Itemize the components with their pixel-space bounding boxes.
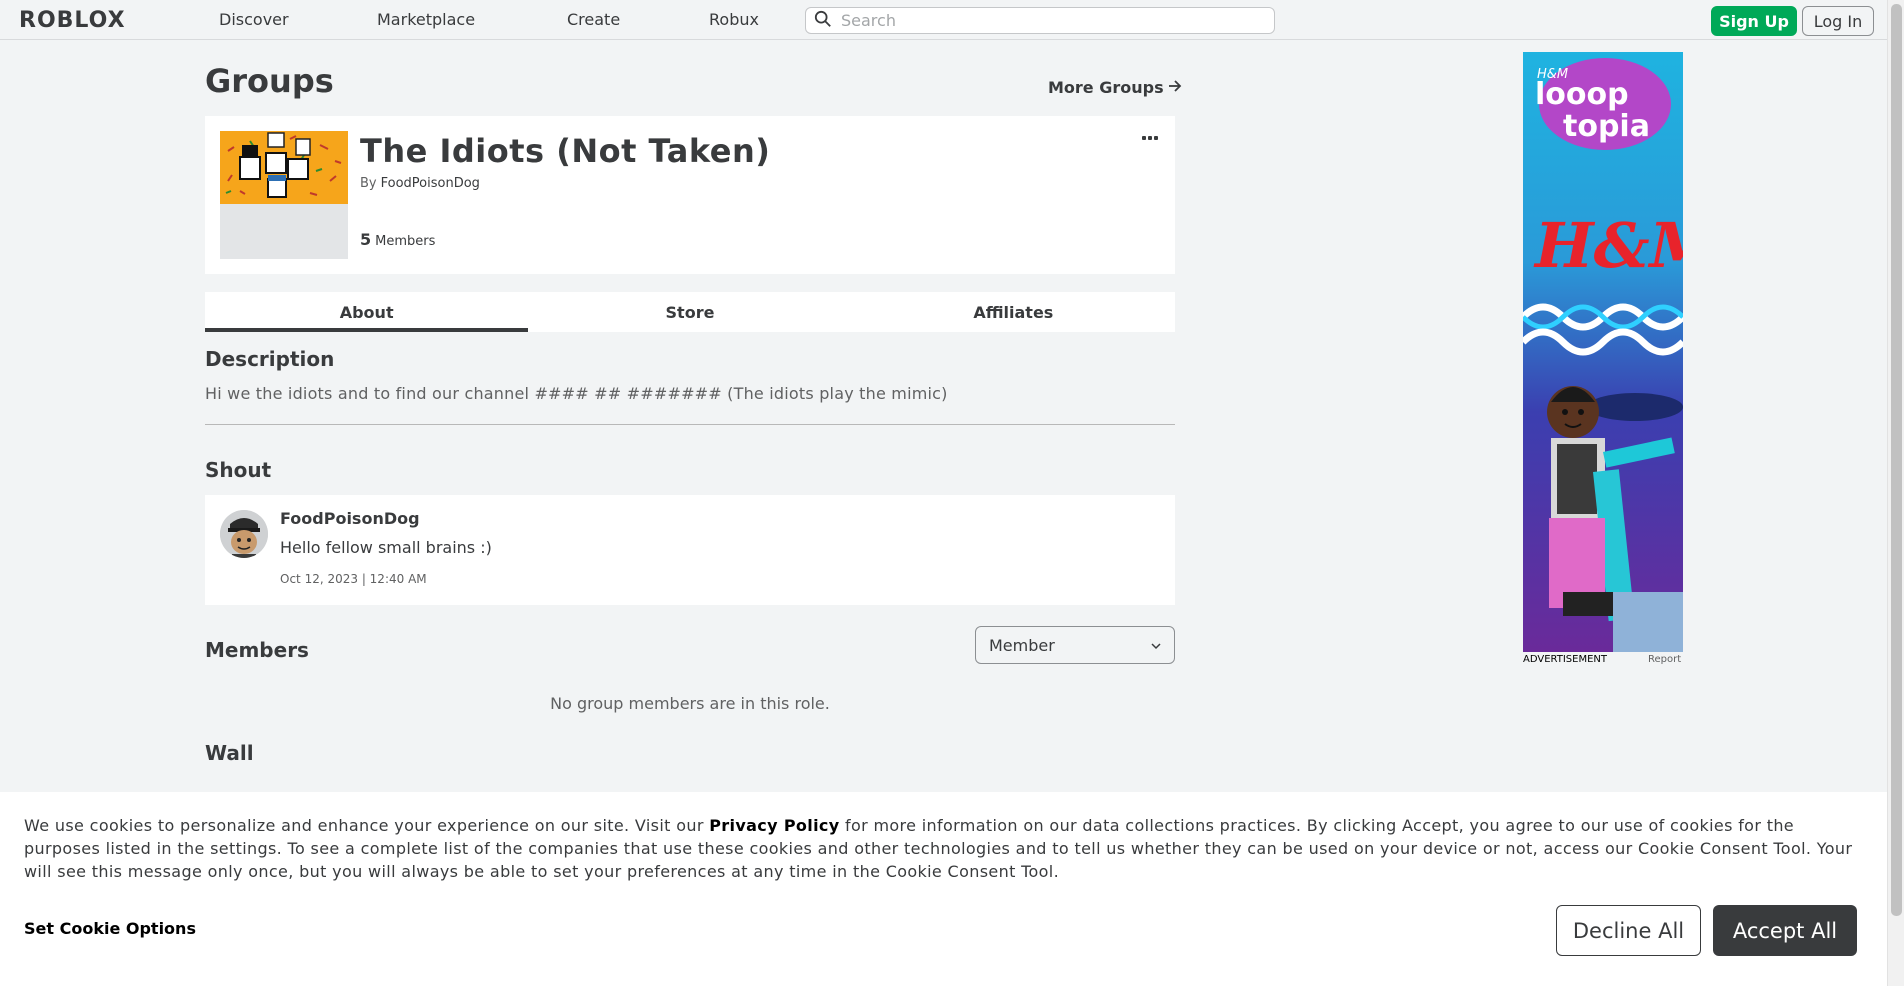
group-owner-link[interactable]: FoodPoisonDog	[381, 176, 480, 191]
logo-text: ROBLOX	[19, 7, 126, 33]
shout-heading: Shout	[205, 458, 272, 482]
more-options-icon[interactable]	[1142, 133, 1162, 143]
description-heading: Description	[205, 347, 335, 371]
group-member-count: 5 Members	[360, 230, 435, 249]
accept-all-button[interactable]: Accept All	[1713, 905, 1857, 956]
ad-brand-big: H&M	[1533, 209, 1683, 282]
advertisement-banner[interactable]: H&M looop topia H&M	[1523, 52, 1683, 652]
ad-report-link[interactable]: Report	[1648, 654, 1681, 665]
no-members-message: No group members are in this role.	[550, 694, 830, 713]
nav-create[interactable]: Create	[567, 10, 620, 29]
group-name: The Idiots (Not Taken)	[360, 132, 771, 170]
set-cookie-options-link[interactable]: Set Cookie Options	[24, 919, 196, 938]
cookie-banner: We use cookies to personalize and enhanc…	[0, 792, 1887, 986]
avatar[interactable]	[220, 510, 268, 558]
tab-store[interactable]: Store	[528, 292, 851, 332]
page-title: Groups	[205, 62, 334, 100]
role-select[interactable]: Member	[975, 626, 1175, 664]
shout-author-link[interactable]: FoodPoisonDog	[280, 509, 420, 528]
sign-up-button[interactable]: Sign Up	[1711, 6, 1797, 36]
nav-marketplace[interactable]: Marketplace	[377, 10, 475, 29]
group-emblem	[220, 131, 348, 259]
role-select-value: Member	[989, 635, 1055, 655]
roblox-logo[interactable]: ROBLOX	[19, 7, 126, 33]
more-groups-label: More Groups	[1048, 78, 1164, 97]
group-owner-prefix: By	[360, 176, 377, 191]
divider	[205, 424, 1175, 425]
arrow-right-icon	[1168, 78, 1182, 97]
member-count-value: 5	[360, 230, 372, 249]
ad-logo-line2: topia	[1563, 109, 1650, 144]
shout-text: Hello fellow small brains :)	[280, 538, 492, 557]
tab-affiliates[interactable]: Affiliates	[852, 292, 1175, 332]
decline-all-button[interactable]: Decline All	[1556, 905, 1701, 956]
group-header-card: The Idiots (Not Taken) By FoodPoisonDog 5…	[205, 116, 1175, 274]
page-scrollbar[interactable]	[1887, 0, 1904, 986]
search-icon	[814, 10, 832, 32]
shout-card: FoodPoisonDog Hello fellow small brains …	[205, 495, 1175, 605]
search-input[interactable]	[841, 11, 1261, 30]
nav-discover[interactable]: Discover	[219, 10, 289, 29]
shout-timestamp: Oct 12, 2023 | 12:40 AM	[280, 572, 427, 586]
member-count-label: Members	[375, 234, 436, 249]
tab-about[interactable]: About	[205, 292, 529, 332]
cookie-text-start: We use cookies to personalize and enhanc…	[24, 816, 710, 835]
privacy-policy-link[interactable]: Privacy Policy	[709, 816, 839, 835]
group-owner: By FoodPoisonDog	[360, 176, 480, 191]
wall-heading: Wall	[205, 741, 254, 765]
cookie-message: We use cookies to personalize and enhanc…	[24, 814, 1854, 883]
advertisement-label: ADVERTISEMENT	[1523, 654, 1608, 665]
group-tabs: About Store Affiliates	[205, 292, 1175, 332]
scrollbar-thumb[interactable]	[1891, 4, 1902, 916]
group-emblem-image	[220, 131, 348, 204]
ad-logo-line1: looop	[1535, 77, 1629, 112]
nav-robux[interactable]: Robux	[709, 10, 759, 29]
members-heading: Members	[205, 638, 309, 662]
search-box[interactable]	[805, 7, 1275, 34]
more-groups-link[interactable]: More Groups	[1048, 78, 1182, 97]
group-description: Hi we the idiots and to find our channel…	[205, 384, 948, 403]
log-in-button[interactable]: Log In	[1802, 6, 1874, 36]
top-nav: ROBLOX Discover Marketplace Create Robux…	[0, 0, 1887, 40]
